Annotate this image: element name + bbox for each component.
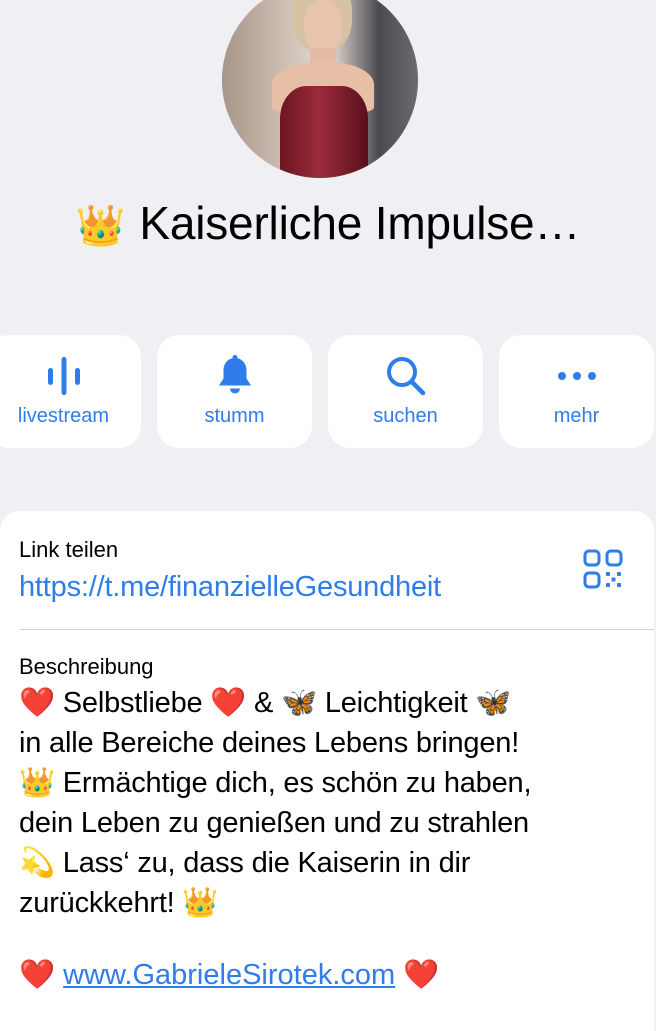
channel-avatar[interactable] — [222, 0, 418, 178]
mute-button[interactable]: stumm — [157, 335, 312, 448]
heart-emoji: ❤️ — [403, 959, 440, 991]
description-line: dein Leben zu genießen und zu strahlen — [19, 807, 529, 839]
description-line: 💫 Lass‘ zu, dass die Kaiserin in dir — [19, 847, 471, 879]
divider — [19, 629, 654, 630]
livestream-icon — [43, 355, 85, 397]
livestream-label: livestream — [17, 405, 110, 427]
info-card: Link teilen https://t.me/finanzielleGesu… — [0, 511, 654, 1031]
description-line: zurückkehrt! 👑 — [19, 887, 219, 919]
description-text: ❤️ Selbstliebe ❤️ & 🦋 Leichtigkeit 🦋 in … — [19, 683, 639, 923]
channel-title-text: Kaiserliche Impulse… — [139, 197, 581, 249]
heart-emoji: ❤️ — [19, 959, 56, 991]
crown-emoji: 👑 — [75, 204, 126, 248]
search-icon — [385, 355, 427, 397]
website-line: ❤️ www.GabrieleSirotek.com ❤️ — [19, 958, 439, 992]
search-button[interactable]: suchen — [328, 335, 483, 448]
description-line: ❤️ Selbstliebe ❤️ & 🦋 Leichtigkeit 🦋 — [19, 687, 512, 719]
share-link-label: Link teilen — [19, 537, 119, 562]
livestream-button[interactable]: livestream — [0, 335, 141, 448]
description-label: Beschreibung — [19, 654, 154, 679]
bell-icon — [215, 355, 255, 397]
search-label: suchen — [373, 405, 438, 427]
mute-label: stumm — [204, 405, 265, 427]
channel-title: 👑 Kaiserliche Impulse… — [0, 196, 656, 250]
action-bar: livestream stumm suchen mehr — [0, 335, 656, 448]
more-label: mehr — [553, 405, 600, 427]
more-button[interactable]: mehr — [499, 335, 654, 448]
description-line: 👑 Ermächtige dich, es schön zu haben, — [19, 767, 532, 799]
share-link-url[interactable]: https://t.me/finanzielleGesundheit — [19, 571, 441, 604]
website-link[interactable]: www.GabrieleSirotek.com — [63, 959, 395, 991]
more-icon — [556, 355, 598, 397]
qr-code-icon[interactable] — [583, 549, 623, 594]
description-line: in alle Bereiche deines Lebens bringen! — [19, 727, 520, 759]
